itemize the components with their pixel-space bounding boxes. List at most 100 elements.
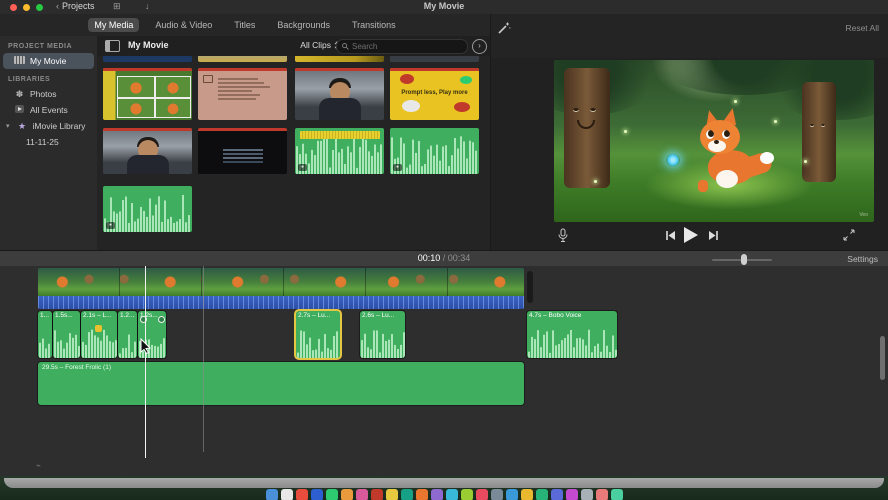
media-thumbnail-audio[interactable]: ●: [295, 128, 384, 174]
dock-app-icon[interactable]: [340, 489, 353, 500]
title-bar: ‹ Projects ⊞ ↓ My Movie: [0, 0, 888, 15]
video-clip-audio-waveform[interactable]: [38, 296, 524, 309]
expand-icon: [843, 229, 855, 241]
dock-app-icon[interactable]: [370, 489, 383, 500]
clip-badge: [95, 325, 102, 332]
tab-backgrounds[interactable]: Backgrounds: [271, 18, 336, 32]
media-thumbnail-video-yellow[interactable]: [295, 56, 384, 62]
fox-character: [682, 106, 775, 198]
project-media-header: PROJECT MEDIA: [8, 43, 73, 50]
sidebar-toggle-icon[interactable]: [105, 40, 120, 52]
media-thumbnail-video-light[interactable]: [198, 56, 287, 62]
tab-my-media[interactable]: My Media: [88, 18, 140, 32]
dock-app-icon[interactable]: [325, 489, 338, 500]
play-icon: [684, 227, 698, 243]
timeline-vertical-scrollbar[interactable]: [880, 336, 885, 380]
chevron-down-icon[interactable]: ▾: [6, 122, 10, 130]
dock-app-icon[interactable]: [355, 489, 368, 500]
clip-end-handle[interactable]: [527, 271, 533, 303]
media-thumbnail-notes-doc[interactable]: [198, 68, 287, 120]
media-thumbnail-video-dark-blue[interactable]: [103, 56, 192, 62]
libraries-header: LIBRARIES: [8, 76, 51, 83]
inspector-toolbar: Reset All Auto 100 % Lower volume of oth…: [490, 14, 888, 66]
tab-titles[interactable]: Titles: [228, 18, 261, 32]
favorite-marker: [198, 68, 287, 71]
dock-app-icon[interactable]: [595, 489, 608, 500]
sidebar-item-11-11-25[interactable]: 11-11-25: [0, 134, 97, 150]
timeline-zoom-knob[interactable]: [741, 254, 747, 265]
music-clip[interactable]: 29.5s – Forest Frolic (1): [38, 362, 524, 405]
play-button[interactable]: [683, 227, 698, 243]
playhead[interactable]: [145, 266, 146, 458]
favorite-marker: [390, 68, 479, 71]
timeline-settings-button[interactable]: Settings: [847, 254, 878, 264]
microphone-icon: [558, 228, 568, 242]
sidebar-item-imovie-library[interactable]: ▾ ★ iMovie Library: [0, 118, 97, 134]
events-icon: [14, 105, 25, 115]
clip-label: 2.1s – L...: [83, 312, 112, 319]
media-thumbnail-video-dark[interactable]: [390, 56, 479, 62]
next-frame-button[interactable]: [709, 231, 719, 240]
media-tab-strip: My Media Audio & Video Titles Backgrounds Tr…: [0, 14, 490, 37]
dock[interactable]: [0, 489, 888, 500]
audio-clip[interactable]: 1...: [38, 311, 52, 358]
dock-app-icon[interactable]: [565, 489, 578, 500]
media-thumbnail-audio[interactable]: ●: [390, 128, 479, 174]
audio-clip-selected[interactable]: 2.7s – Lu...: [296, 311, 340, 358]
glowing-butterfly: [666, 154, 680, 166]
dock-app-icon[interactable]: [265, 489, 278, 500]
desktop-background: [0, 476, 888, 500]
search-input[interactable]: Search: [336, 39, 468, 54]
fade-handle[interactable]: [158, 316, 165, 323]
audio-clip[interactable]: 1.2...: [118, 311, 137, 358]
dock-app-icon[interactable]: [610, 489, 623, 500]
previous-frame-button[interactable]: [665, 231, 675, 240]
search-icon: [342, 43, 349, 50]
media-thumbnail-terminal[interactable]: [198, 128, 287, 174]
dock-app-icon[interactable]: [520, 489, 533, 500]
record-voiceover-button[interactable]: [557, 228, 569, 243]
dock-app-icon[interactable]: [385, 489, 398, 500]
audio-clip[interactable]: 2.6s – Lu...: [360, 311, 405, 358]
dock-app-icon[interactable]: [580, 489, 593, 500]
dock-app-icon[interactable]: [550, 489, 563, 500]
browser-options-button[interactable]: ›: [472, 39, 487, 54]
audio-clip[interactable]: 4.7s – Bobo Voice: [527, 311, 617, 358]
audio-clip[interactable]: 1.5s...: [53, 311, 80, 358]
fullscreen-button[interactable]: [843, 229, 855, 241]
dock-app-icon[interactable]: [430, 489, 443, 500]
tree-trunk: [802, 82, 836, 182]
clip-filter-dropdown[interactable]: All Clips: [300, 40, 340, 50]
media-thumbnail-webcam[interactable]: [295, 68, 384, 120]
tab-transitions[interactable]: Transitions: [346, 18, 402, 32]
sidebar-item-photos[interactable]: ✽ Photos: [0, 86, 97, 102]
enhance-wand-icon[interactable]: [495, 19, 513, 37]
sidebar-item-all-events[interactable]: All Events: [0, 102, 97, 118]
dock-app-icon[interactable]: [505, 489, 518, 500]
window-title: My Movie: [423, 1, 465, 11]
preview-video[interactable]: Veo: [554, 60, 874, 222]
dock-app-icon[interactable]: [490, 489, 503, 500]
reset-all-button[interactable]: Reset All: [845, 23, 879, 33]
media-thumbnail-webcam[interactable]: [103, 128, 192, 174]
audio-clip[interactable]: 2.1s – L...: [81, 311, 117, 358]
dock-app-icon[interactable]: [535, 489, 548, 500]
clip-label: 2.7s – Lu...: [298, 312, 331, 319]
skip-forward-icon: [709, 231, 718, 240]
dock-app-icon[interactable]: [400, 489, 413, 500]
video-clip-filmstrip[interactable]: [38, 268, 524, 296]
media-thumbnail-yellow-promo[interactable]: Prompt less, Play more: [390, 68, 479, 120]
dock-app-icon[interactable]: [310, 489, 323, 500]
dock-app-icon[interactable]: [280, 489, 293, 500]
dock-app-icon[interactable]: [415, 489, 428, 500]
dock-app-icon[interactable]: [445, 489, 458, 500]
sidebar-item-my-movie[interactable]: My Movie: [3, 53, 94, 69]
media-thumbnail-audio[interactable]: ●: [103, 186, 192, 232]
clip-label: 1.2...: [120, 312, 135, 319]
tab-audio-video[interactable]: Audio & Video: [149, 18, 218, 32]
dock-app-icon[interactable]: [295, 489, 308, 500]
media-thumbnail-fox-collage[interactable]: [103, 68, 192, 120]
dock-app-icon[interactable]: [460, 489, 473, 500]
dock-app-icon[interactable]: [475, 489, 488, 500]
filmstrip-frame: [120, 268, 202, 296]
